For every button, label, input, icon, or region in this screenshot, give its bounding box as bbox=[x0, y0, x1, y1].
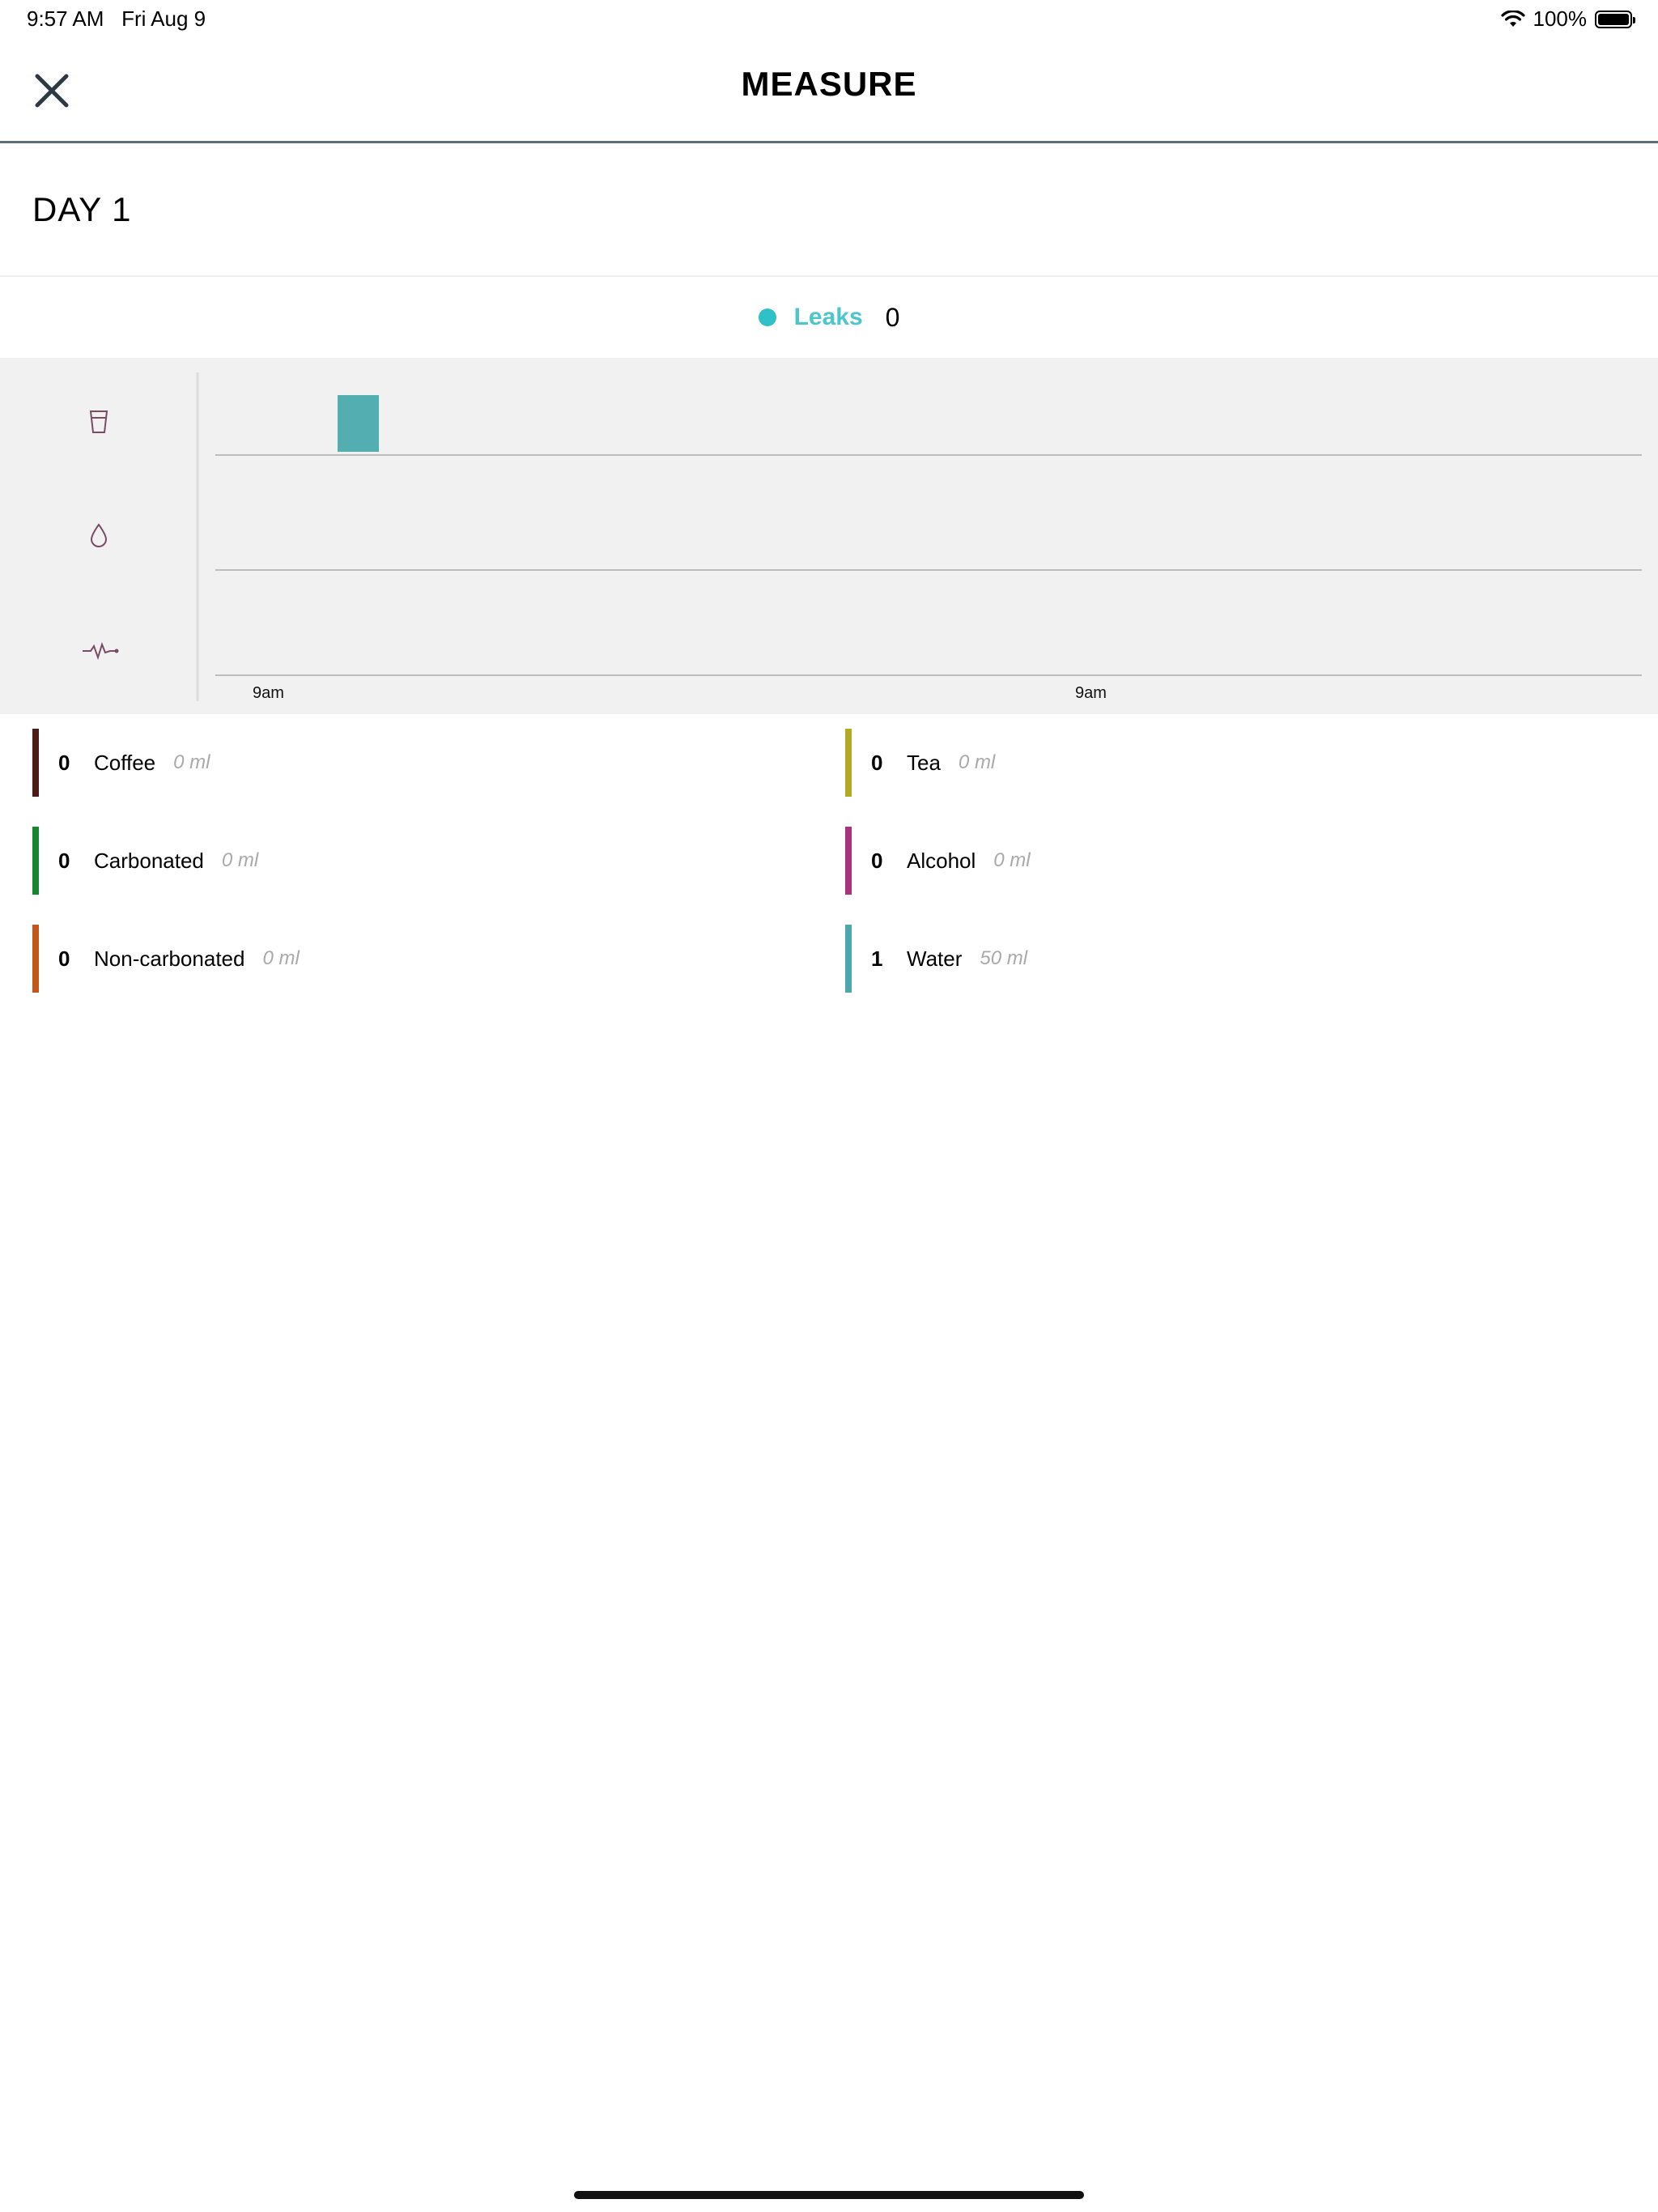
leaks-legend: Leaks 0 bbox=[0, 277, 1658, 358]
drink-name: Water bbox=[907, 946, 963, 971]
status-date: Fri Aug 9 bbox=[121, 6, 206, 31]
drink-amount: 0 ml bbox=[221, 849, 259, 871]
page-title: MEASURE bbox=[741, 65, 917, 103]
drink-color-bar bbox=[32, 827, 39, 895]
drink-count: 0 bbox=[871, 848, 883, 873]
drink-amount: 0 ml bbox=[958, 751, 996, 773]
drink-count: 0 bbox=[58, 750, 70, 775]
drink-amount: 0 ml bbox=[173, 751, 210, 773]
home-indicator[interactable] bbox=[574, 2191, 1084, 2199]
drink-coffee[interactable]: 0 Coffee 0 ml bbox=[32, 729, 210, 797]
drink-name: Coffee bbox=[94, 750, 156, 775]
status-bar: 9:57 AM Fri Aug 9 100% bbox=[0, 0, 1658, 40]
drink-carbonated[interactable]: 0 Carbonated 0 ml bbox=[32, 827, 258, 895]
drink-tea[interactable]: 0 Tea 0 ml bbox=[845, 729, 995, 797]
drink-name: Tea bbox=[907, 750, 941, 775]
status-time-date: 9:57 AM Fri Aug 9 bbox=[27, 6, 206, 32]
chart-bar[interactable] bbox=[338, 395, 380, 452]
drink-amount: 0 ml bbox=[262, 947, 300, 969]
x-tick-label: 9am bbox=[1075, 684, 1107, 702]
leaks-label: Leaks bbox=[793, 304, 863, 330]
drink-non-carbonated[interactable]: 0 Non-carbonated 0 ml bbox=[32, 925, 300, 993]
timeline-chart-svg: 9am 9am bbox=[83, 372, 1642, 702]
status-time: 9:57 AM bbox=[27, 6, 104, 31]
drink-color-bar bbox=[32, 925, 39, 993]
drop-icon bbox=[90, 523, 108, 547]
battery-icon bbox=[1595, 10, 1635, 28]
drink-name: Alcohol bbox=[907, 848, 976, 873]
drink-color-bar bbox=[845, 729, 852, 797]
drink-count: 0 bbox=[871, 750, 883, 775]
leaks-dot bbox=[758, 308, 776, 326]
drink-alcohol[interactable]: 0 Alcohol 0 ml bbox=[845, 827, 1031, 895]
drink-color-bar bbox=[845, 925, 852, 993]
drink-name: Non-carbonated bbox=[94, 946, 245, 971]
cup-icon bbox=[89, 410, 108, 433]
drink-count: 1 bbox=[871, 946, 883, 971]
drink-amount: 50 ml bbox=[980, 947, 1028, 969]
drink-name: Carbonated bbox=[94, 848, 204, 873]
day-section: DAY 1 bbox=[0, 143, 1658, 277]
day-title: DAY 1 bbox=[32, 190, 132, 228]
wifi-icon bbox=[1500, 10, 1525, 27]
x-tick-label: 9am bbox=[253, 684, 284, 702]
timeline-chart: 9am 9am bbox=[0, 358, 1658, 714]
battery-percent: 100% bbox=[1533, 6, 1588, 31]
drink-amount: 0 ml bbox=[993, 849, 1031, 871]
status-indicators: 100% bbox=[1500, 6, 1635, 32]
leaks-count: 0 bbox=[885, 302, 900, 332]
drink-count: 0 bbox=[58, 848, 70, 873]
drink-water[interactable]: 1 Water 50 ml bbox=[845, 925, 1027, 993]
drink-count: 0 bbox=[58, 946, 70, 971]
top-header: MEASURE bbox=[0, 40, 1658, 143]
drink-color-bar bbox=[32, 729, 39, 797]
drink-color-bar bbox=[845, 827, 852, 895]
drinks-summary: 0 Coffee 0 ml 0 Tea 0 ml 0 Carbonated 0 … bbox=[0, 729, 1658, 996]
pulse-icon bbox=[83, 642, 119, 661]
